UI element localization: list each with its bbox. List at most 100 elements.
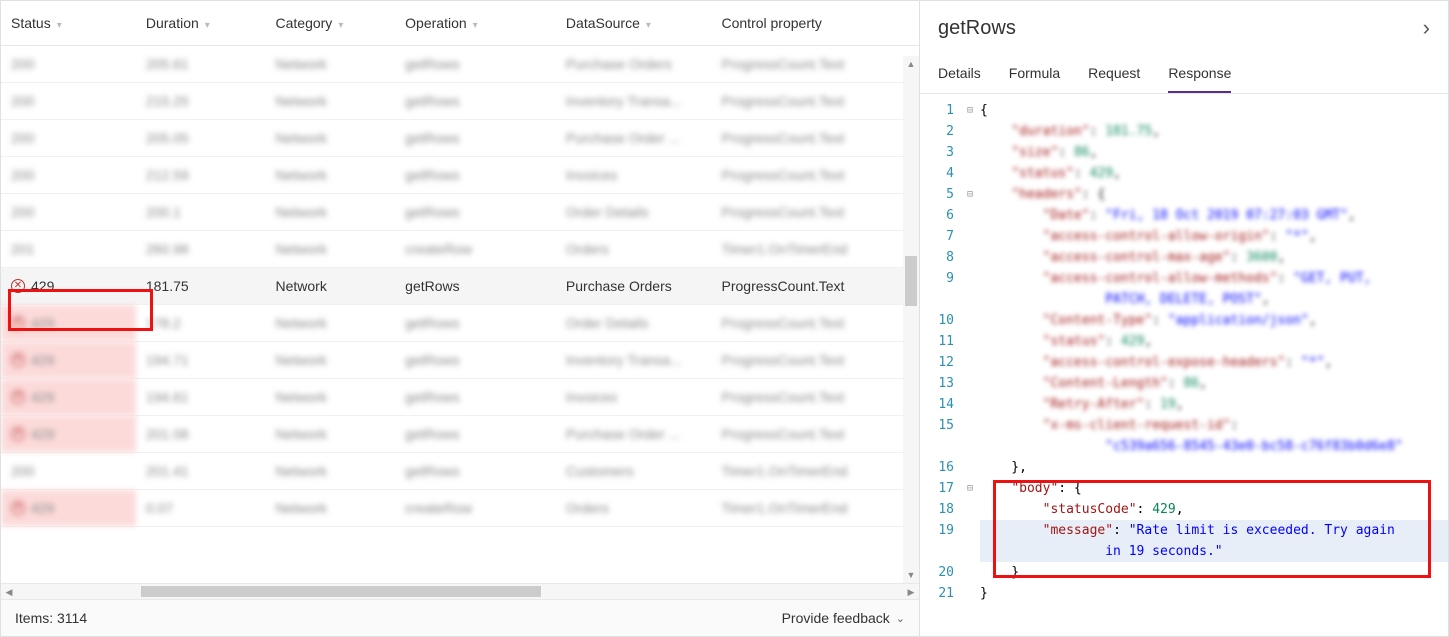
code-line: 17⊟ "body": { <box>920 478 1448 499</box>
table-row[interactable]: ✕4290.07NetworkcreateRowOrdersTimer1.OnT… <box>1 490 919 527</box>
code-line: PATCH, DELETE, POST", <box>920 289 1448 310</box>
code-line: 13 "Content-Length": 86, <box>920 373 1448 394</box>
sort-icon: ▾ <box>473 20 478 31</box>
provide-feedback-button[interactable]: Provide feedback ⌄ <box>782 610 905 626</box>
table-row[interactable]: 200212.59NetworkgetRowsInvoicesProgressC… <box>1 157 919 194</box>
response-code[interactable]: 1⊟{2 "duration": 181.75,3 "size": 86,4 "… <box>920 94 1448 636</box>
code-line: 11 "status": 429, <box>920 331 1448 352</box>
code-line: 15 "x-ms-client-request-id": <box>920 415 1448 436</box>
scroll-right-icon[interactable]: ▶ <box>903 584 919 599</box>
code-line: 14 "Retry-After": 19, <box>920 394 1448 415</box>
table-row[interactable]: ✕429181.75NetworkgetRowsPurchase OrdersP… <box>1 268 919 305</box>
fold-icon <box>960 457 980 478</box>
code-line: "c539a656-8545-43e0-bc58-c76f83b0d6e8" <box>920 436 1448 457</box>
fold-icon <box>960 163 980 184</box>
code-line: 8 "access-control-max-age": 3600, <box>920 247 1448 268</box>
footer: Items: 3114 Provide feedback ⌄ <box>1 599 919 636</box>
fold-icon[interactable]: ⊟ <box>960 184 980 205</box>
chevron-down-icon: ⌄ <box>896 612 905 625</box>
error-icon: ✕ <box>11 316 25 330</box>
code-line: 7 "access-control-allow-origin": "*", <box>920 226 1448 247</box>
detail-title: getRows <box>938 17 1016 40</box>
tab-response[interactable]: Response <box>1168 55 1231 93</box>
scroll-left-icon[interactable]: ◀ <box>1 584 17 599</box>
code-line: 12 "access-control-expose-headers": "*", <box>920 352 1448 373</box>
fold-icon <box>960 415 980 436</box>
sort-icon: ▾ <box>646 20 651 31</box>
table-row[interactable]: ✕429178.2NetworkgetRowsOrder DetailsProg… <box>1 305 919 342</box>
fold-icon <box>960 310 980 331</box>
monitor-table-pane: Status▾Duration▾Category▾Operation▾DataS… <box>0 0 920 637</box>
table-row[interactable]: 201260.98NetworkcreateRowOrdersTimer1.On… <box>1 231 919 268</box>
sort-icon: ▾ <box>57 20 62 31</box>
table-row[interactable]: 200205.05NetworkgetRowsPurchase Order ..… <box>1 120 919 157</box>
col-control-property[interactable]: Control property <box>712 1 920 46</box>
detail-header: getRows › <box>920 1 1448 55</box>
requests-table: Status▾Duration▾Category▾Operation▾DataS… <box>1 1 919 527</box>
scroll-down-icon[interactable]: ▼ <box>903 567 919 583</box>
col-operation[interactable]: Operation▾ <box>395 1 556 46</box>
code-line: 9 "access-control-allow-methods": "GET, … <box>920 268 1448 289</box>
fold-icon <box>960 562 980 583</box>
fold-icon <box>960 331 980 352</box>
code-line: 1⊟{ <box>920 100 1448 121</box>
fold-icon <box>960 394 980 415</box>
vertical-scrollbar[interactable]: ▲ ▼ <box>903 56 919 583</box>
detail-tabs: Details Formula Request Response <box>920 55 1448 94</box>
fold-icon <box>960 247 980 268</box>
fold-icon <box>960 499 980 520</box>
table-row[interactable]: 200200.1NetworkgetRowsOrder DetailsProgr… <box>1 194 919 231</box>
fold-icon <box>960 520 980 541</box>
table-row[interactable]: ✕429194.71NetworkgetRowsInventory Transa… <box>1 342 919 379</box>
code-line: 6 "Date": "Fri, 18 Oct 2019 07:27:03 GMT… <box>920 205 1448 226</box>
fold-icon <box>960 373 980 394</box>
table-row[interactable]: ✕429194.61NetworkgetRowsInvoicesProgress… <box>1 379 919 416</box>
error-icon: ✕ <box>11 427 25 441</box>
hscroll-thumb[interactable] <box>141 586 541 597</box>
table-body: 200205.61NetworkgetRowsPurchase OrdersPr… <box>1 46 919 527</box>
table-row[interactable]: 200201.41NetworkgetRowsCustomersTimer1.O… <box>1 453 919 490</box>
code-line: 18 "statusCode": 429, <box>920 499 1448 520</box>
fold-icon <box>960 121 980 142</box>
fold-icon <box>960 289 980 310</box>
fold-icon[interactable]: ⊟ <box>960 478 980 499</box>
fold-icon[interactable]: ⊟ <box>960 100 980 121</box>
fold-icon <box>960 268 980 289</box>
scroll-thumb[interactable] <box>905 256 917 306</box>
col-category[interactable]: Category▾ <box>266 1 396 46</box>
fold-icon <box>960 142 980 163</box>
code-line: 10 "Content-Type": "application/json", <box>920 310 1448 331</box>
tab-details[interactable]: Details <box>938 55 981 93</box>
col-status[interactable]: Status▾ <box>1 1 136 46</box>
table-row[interactable]: 200215.25NetworkgetRowsInventory Transa.… <box>1 83 919 120</box>
next-icon[interactable]: › <box>1423 15 1430 41</box>
code-line: 19 "message": "Rate limit is exceeded. T… <box>920 520 1448 541</box>
error-icon: ✕ <box>11 390 25 404</box>
fold-icon <box>960 583 980 604</box>
col-duration[interactable]: Duration▾ <box>136 1 266 46</box>
code-line: 3 "size": 86, <box>920 142 1448 163</box>
tab-request[interactable]: Request <box>1088 55 1140 93</box>
code-line: in 19 seconds." <box>920 541 1448 562</box>
fold-icon <box>960 352 980 373</box>
tab-formula[interactable]: Formula <box>1009 55 1060 93</box>
table-row[interactable]: 200205.61NetworkgetRowsPurchase OrdersPr… <box>1 46 919 83</box>
feedback-label: Provide feedback <box>782 610 890 626</box>
table-row[interactable]: ✕429201.08NetworkgetRowsPurchase Order .… <box>1 416 919 453</box>
code-line: 2 "duration": 181.75, <box>920 121 1448 142</box>
detail-pane: getRows › DetailsFormulaRequestResponse … <box>920 0 1449 637</box>
horizontal-scrollbar[interactable]: ◀ ▶ <box>1 583 919 599</box>
fold-icon <box>960 205 980 226</box>
table-wrap: Status▾Duration▾Category▾Operation▾DataS… <box>1 1 919 583</box>
col-datasource[interactable]: DataSource▾ <box>556 1 712 46</box>
fold-icon <box>960 226 980 247</box>
scroll-up-icon[interactable]: ▲ <box>903 56 919 72</box>
code-line: 16 }, <box>920 457 1448 478</box>
code-line: 4 "status": 429, <box>920 163 1448 184</box>
code-line: 5⊟ "headers": { <box>920 184 1448 205</box>
sort-icon: ▾ <box>205 20 210 31</box>
sort-icon: ▾ <box>338 20 343 31</box>
header-row: Status▾Duration▾Category▾Operation▾DataS… <box>1 1 919 46</box>
error-icon: ✕ <box>11 279 25 293</box>
code-line: 20 } <box>920 562 1448 583</box>
